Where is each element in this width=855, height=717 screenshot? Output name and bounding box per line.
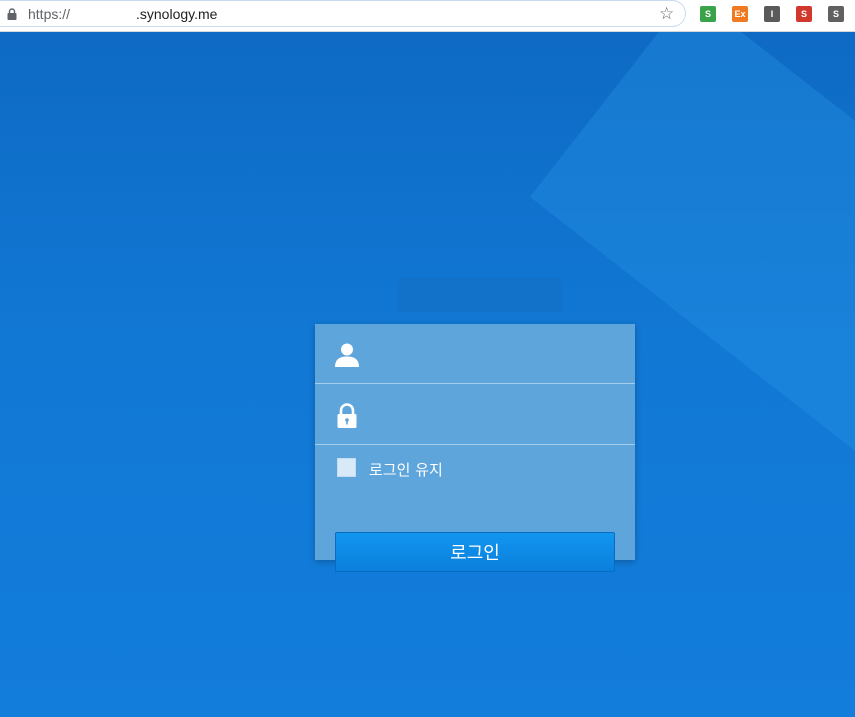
username-row: [315, 324, 635, 384]
extension-s-green-icon[interactable]: S: [700, 6, 716, 22]
login-page: 로그인 유지 로그인: [0, 32, 855, 717]
logo-placeholder: [398, 278, 562, 312]
extension-s-red-icon[interactable]: S: [796, 6, 812, 22]
user-icon: [335, 343, 359, 367]
url-host: .synology.me: [136, 6, 218, 22]
url-scheme: https://: [28, 6, 71, 22]
url-redacted-segment: [76, 5, 136, 23]
remember-me-checkbox[interactable]: [337, 458, 356, 477]
login-button[interactable]: 로그인: [335, 532, 615, 572]
lock-icon: [337, 403, 357, 428]
lock-icon: [7, 8, 17, 20]
browser-toolbar: https:// .synology.me ☆ S Ex I S S: [0, 0, 855, 32]
password-row: [315, 385, 635, 445]
extension-ex-icon[interactable]: Ex: [732, 6, 748, 22]
extension-i-icon[interactable]: I: [764, 6, 780, 22]
username-input[interactable]: [371, 338, 625, 372]
remember-me-label: 로그인 유지: [369, 461, 443, 479]
login-card: 로그인 유지 로그인: [315, 324, 635, 572]
bookmark-star-icon[interactable]: ☆: [659, 4, 674, 24]
password-input[interactable]: [371, 399, 625, 433]
extension-s-gray-icon[interactable]: S: [828, 6, 844, 22]
address-bar[interactable]: https:// .synology.me ☆: [0, 0, 686, 27]
